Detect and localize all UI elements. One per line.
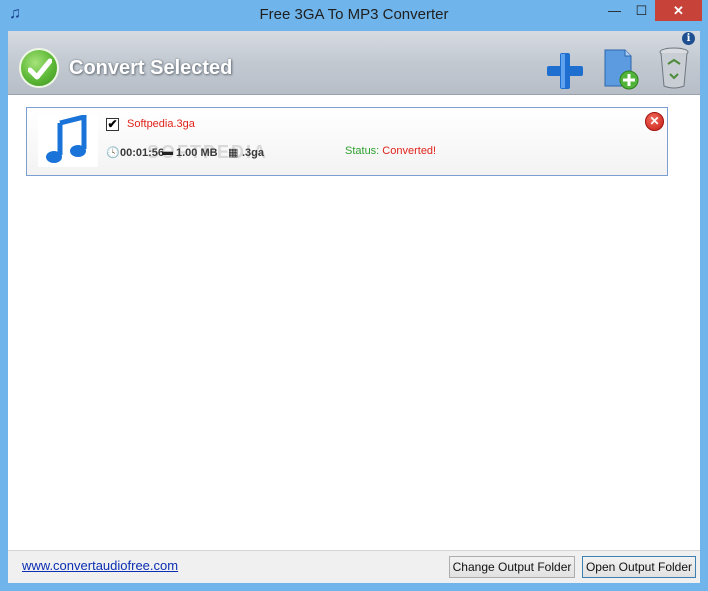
close-button[interactable]: ✕ xyxy=(655,0,702,21)
toolbar-banner: Convert Selected i xyxy=(8,31,700,95)
file-select-checkbox[interactable]: ✔ xyxy=(106,118,119,131)
client-area: Convert Selected i ✔ Softpedia.3ga SOFTP… xyxy=(8,31,700,583)
minimize-button[interactable]: — xyxy=(601,0,628,21)
app-window: ♫ Free 3GA To MP3 Converter — ☐ ✕ Conver… xyxy=(0,0,708,591)
film-icon: ▦ xyxy=(228,147,239,159)
status-label: Status: xyxy=(345,145,383,157)
maximize-button[interactable]: ☐ xyxy=(628,0,655,21)
file-name: Softpedia.3ga xyxy=(127,118,195,130)
add-folder-button[interactable] xyxy=(603,48,639,90)
list-item[interactable]: ✔ Softpedia.3ga SOFTPEDIA 🕓 00:01:56 ▬ 1… xyxy=(26,107,668,176)
remove-file-button[interactable]: ✕ xyxy=(645,112,664,131)
convert-selected-icon[interactable] xyxy=(19,48,59,88)
status-text: Status: Converted! xyxy=(345,145,436,157)
convert-selected-button[interactable]: Convert Selected xyxy=(69,57,232,80)
clear-list-button[interactable] xyxy=(658,46,690,90)
footer-bar: www.convertaudiofree.com Change Output F… xyxy=(8,550,700,583)
music-file-icon xyxy=(38,113,98,167)
drive-icon: ▬ xyxy=(162,146,173,158)
status-value: Converted! xyxy=(382,145,437,157)
info-icon[interactable]: i xyxy=(682,32,695,45)
checkmark-icon xyxy=(28,58,52,80)
open-output-folder-button[interactable]: Open Output Folder xyxy=(582,556,696,578)
file-format: .3ga xyxy=(242,147,265,159)
add-folder-icon xyxy=(604,49,639,90)
plus-icon xyxy=(547,53,583,89)
website-link[interactable]: www.convertaudiofree.com xyxy=(22,558,178,573)
recycle-bin-icon xyxy=(659,47,689,89)
change-output-folder-button[interactable]: Change Output Folder xyxy=(449,556,575,578)
clock-icon: 🕓 xyxy=(106,147,120,159)
file-duration: 00:01:56 xyxy=(120,147,165,159)
add-file-button[interactable] xyxy=(545,51,585,91)
file-size: 1.00 MB xyxy=(176,147,218,159)
title-bar[interactable]: ♫ Free 3GA To MP3 Converter — ☐ ✕ xyxy=(0,0,708,31)
